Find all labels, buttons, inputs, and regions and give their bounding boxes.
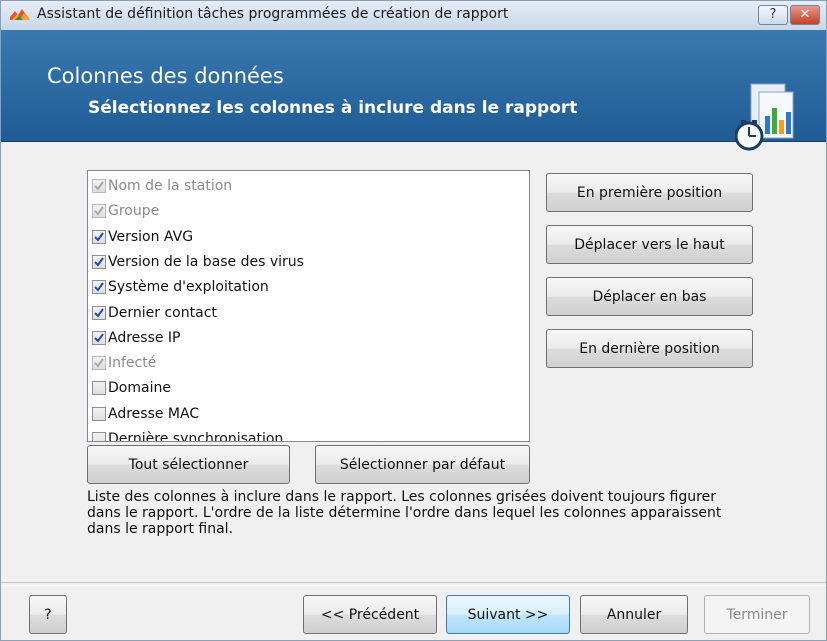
column-list-item[interactable]: Dernière synchronisation <box>92 426 284 442</box>
column-label: Nom de la station <box>108 178 233 194</box>
move-down-button[interactable]: Déplacer en bas <box>546 277 753 316</box>
column-list-item[interactable]: Version AVG <box>92 224 193 250</box>
column-list-item[interactable]: Version de la base des virus <box>92 249 304 275</box>
help-title-button[interactable]: ? <box>758 5 788 25</box>
checkbox[interactable] <box>92 305 106 320</box>
column-label: Système d'exploitation <box>108 279 269 296</box>
checkbox <box>92 179 106 193</box>
checkmark-icon <box>94 232 104 242</box>
wizard-window: Assistant de définition tâches programmé… <box>0 0 827 641</box>
checkmark-icon <box>94 181 104 191</box>
cancel-button[interactable]: Annuler <box>580 595 688 634</box>
column-list-item[interactable]: Nom de la station <box>92 173 232 199</box>
checkbox[interactable] <box>92 254 106 269</box>
checkmark-icon <box>94 358 104 368</box>
column-list-item[interactable]: Groupe <box>92 198 159 224</box>
window-title: Assistant de définition tâches programmé… <box>37 6 509 22</box>
column-label: Domaine <box>108 380 171 397</box>
checkmark-icon <box>94 257 104 267</box>
column-list-item[interactable]: Domaine <box>92 375 171 401</box>
help-button[interactable]: ? <box>29 595 67 634</box>
select-default-button[interactable]: Sélectionner par défaut <box>315 445 530 484</box>
column-label: Groupe <box>108 203 160 220</box>
avg-logo-icon <box>10 9 30 20</box>
column-label: Version AVG <box>108 228 194 245</box>
move-last-button[interactable]: En dernière position <box>546 329 753 368</box>
checkbox[interactable] <box>92 381 106 396</box>
page-title: Colonnes des données <box>47 64 284 88</box>
checkmark-icon <box>94 282 104 292</box>
checkbox[interactable] <box>92 330 106 345</box>
columns-list[interactable]: Nom de la station Groupe Version AVG Versio… <box>87 170 530 442</box>
column-list-item[interactable]: Adresse IP <box>92 325 181 351</box>
column-label: Adresse IP <box>108 329 181 346</box>
title-bar[interactable]: Assistant de définition tâches programmé… <box>1 1 826 31</box>
column-label: Dernier contact <box>108 304 217 321</box>
select-all-button[interactable]: Tout sélectionner <box>87 445 290 484</box>
column-label: Version de la base des virus <box>108 253 304 270</box>
previous-button[interactable]: << Précédent <box>303 595 437 634</box>
column-label: Infecté <box>108 355 157 372</box>
checkbox[interactable] <box>92 280 106 295</box>
finish-button: Terminer <box>704 595 810 634</box>
checkbox[interactable] <box>92 432 106 441</box>
checkbox[interactable] <box>92 229 106 244</box>
column-list-item[interactable]: Adresse MAC <box>92 401 199 427</box>
move-first-button[interactable]: En première position <box>546 173 753 212</box>
column-list-item[interactable]: Infecté <box>92 350 156 376</box>
column-label: Adresse MAC <box>108 405 200 422</box>
footer-divider <box>1 582 826 586</box>
description-line: dans le rapport final. <box>87 521 234 537</box>
description-text: Liste des colonnes à inclure dans le rap… <box>87 489 807 537</box>
next-button[interactable]: Suivant >> <box>446 595 570 634</box>
page-subtitle: Sélectionnez les colonnes à inclure dans… <box>88 98 578 118</box>
header-banner: Colonnes des données Sélectionnez les co… <box>1 30 826 151</box>
column-list-item[interactable]: Système d'exploitation <box>92 274 269 300</box>
description-line: Liste des colonnes à inclure dans le rap… <box>87 489 716 505</box>
checkbox[interactable] <box>92 406 106 421</box>
move-up-button[interactable]: Déplacer vers le haut <box>546 225 753 264</box>
checkmark-icon <box>94 307 104 318</box>
checkmark-icon <box>94 333 104 343</box>
checkbox <box>92 204 106 219</box>
checkbox <box>92 356 106 371</box>
close-button[interactable]: ✕ <box>790 5 820 25</box>
column-list-item[interactable]: Dernier contact <box>92 300 217 326</box>
checkmark-icon <box>94 206 104 216</box>
description-line: dans le rapport. L'ordre de la liste dét… <box>87 505 722 521</box>
column-label: Dernière synchronisation <box>108 431 284 442</box>
report-schedule-icon <box>735 83 794 151</box>
